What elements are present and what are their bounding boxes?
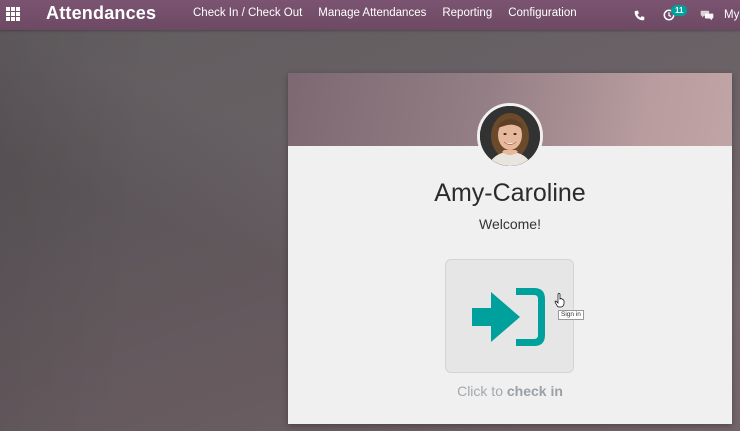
menu-item-manage-attendances[interactable]: Manage Attendances [318,7,426,19]
menu-item-reporting[interactable]: Reporting [442,7,492,19]
top-navbar: Attendances Check In / Check Out Manage … [0,0,740,30]
activity-count-badge: 11 [671,5,688,16]
systray: 11 My [628,0,740,30]
check-in-hint-prefix: Click to [457,383,507,399]
employee-avatar [477,103,543,169]
activity-clock-icon[interactable]: 11 [658,0,688,30]
apps-grid-icon[interactable] [6,7,20,21]
check-in-button[interactable] [445,259,574,373]
main-menu: Check In / Check Out Manage Attendances … [193,7,593,19]
app-title[interactable]: Attendances [46,3,156,24]
phone-icon[interactable] [628,0,650,30]
check-in-hint: Click to check in [288,383,732,399]
sign-in-icon [472,288,545,346]
user-menu[interactable]: My [724,9,740,21]
menu-item-check-in-check-out[interactable]: Check In / Check Out [193,7,302,19]
chat-icon[interactable] [696,0,718,30]
employee-name: Amy-Caroline [434,179,586,207]
menu-item-configuration[interactable]: Configuration [508,7,576,19]
check-in-hint-action[interactable]: check in [507,383,563,399]
kiosk-card: Amy-Caroline Welcome! Sign in Click to c… [288,73,732,424]
welcome-message: Welcome! [479,216,541,232]
sign-in-tooltip: Sign in [558,310,584,320]
